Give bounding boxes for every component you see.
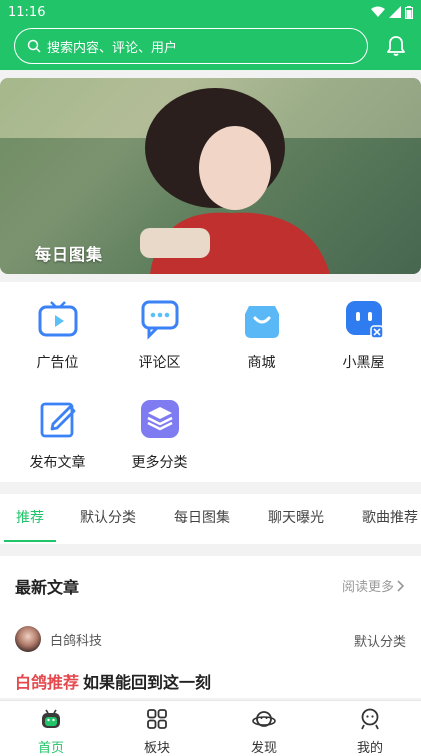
article-author[interactable]: 白鸽科技 [15,626,102,652]
edit-icon [40,402,75,438]
section-title: 最新文章 [15,578,80,597]
search-placeholder: 搜索内容、评论、用户 [47,40,178,56]
nav-label: 发现 [250,741,277,756]
nav-label: 首页 [37,741,64,756]
grid-item-comments[interactable]: 评论区 [107,282,212,372]
grid-label: 广告位 [36,355,79,371]
category-grid: 广告位 评论区 商城 小黑屋 发布文章 更多分类 [0,282,421,482]
bell-icon[interactable] [384,34,408,58]
grid-item-publish[interactable]: 发布文章 [5,382,110,472]
tab-song-recommend[interactable]: 歌曲推荐 [362,494,418,544]
latest-articles: 最新文章 阅读更多 白鸽科技 默认分类 白鸽推荐 如果能回到这一刻 [0,556,421,698]
category-tabs: 推荐 默认分类 每日图集 聊天曝光 歌曲推荐 [0,494,421,544]
grid-label: 商城 [247,355,276,371]
comment-icon [141,300,178,340]
blocked-chat-icon [345,301,384,339]
author-name: 白鸽科技 [50,633,103,649]
bottom-nav: 首页 板块 发现 我的 [0,700,421,756]
shopping-bag-icon [244,306,279,338]
status-time: 11:16 [8,4,46,20]
banner-carousel[interactable]: 每日图集 [0,78,421,274]
grid-item-more[interactable]: 更多分类 [107,382,212,472]
battery-icon [405,5,413,19]
avatar[interactable] [15,626,41,652]
search-input[interactable]: 搜索内容、评论、用户 [14,28,368,64]
tab-default[interactable]: 默认分类 [80,494,136,544]
top-header: 搜索内容、评论、用户 [0,24,421,70]
status-bar: 11:16 [0,0,421,24]
layers-icon [140,400,179,438]
nav-label: 我的 [356,741,383,756]
home-robot-icon [42,709,60,728]
grid-label: 更多分类 [131,455,188,471]
article-title[interactable]: 白鸽推荐 如果能回到这一刻 [15,669,211,693]
nav-home[interactable]: 首页 [21,705,81,756]
tab-recommend[interactable]: 推荐 [4,494,56,544]
grid-icon [147,709,167,729]
signal-icon [389,6,401,18]
grid-label: 小黑屋 [342,355,385,371]
nav-board[interactable]: 板块 [127,705,187,756]
profile-icon [361,708,379,730]
grid-label: 发布文章 [29,455,86,471]
grid-label: 评论区 [138,355,181,371]
nav-label: 板块 [143,741,170,756]
grid-item-mall[interactable]: 商城 [209,282,314,372]
banner-caption: 每日图集 [35,245,104,264]
grid-item-blacklist[interactable]: 小黑屋 [311,282,416,372]
tab-chat-exposure[interactable]: 聊天曝光 [268,494,324,544]
tv-icon [38,301,77,337]
grid-item-ad[interactable]: 广告位 [5,282,110,372]
tab-daily-gallery[interactable]: 每日图集 [174,494,230,544]
nav-discover[interactable]: 发现 [234,705,294,756]
status-icons [371,5,413,19]
search-icon [27,39,41,53]
article-title-text: 如果能回到这一刻 [83,673,212,692]
tab-underline [4,540,56,542]
planet-icon [252,711,276,727]
nav-mine[interactable]: 我的 [340,705,400,756]
article-tag: 白鸽推荐 [15,673,80,692]
read-more-link[interactable]: 阅读更多 [342,576,405,595]
wifi-icon [371,6,385,17]
article-category[interactable]: 默认分类 [354,631,406,650]
chevron-right-icon [397,579,405,592]
